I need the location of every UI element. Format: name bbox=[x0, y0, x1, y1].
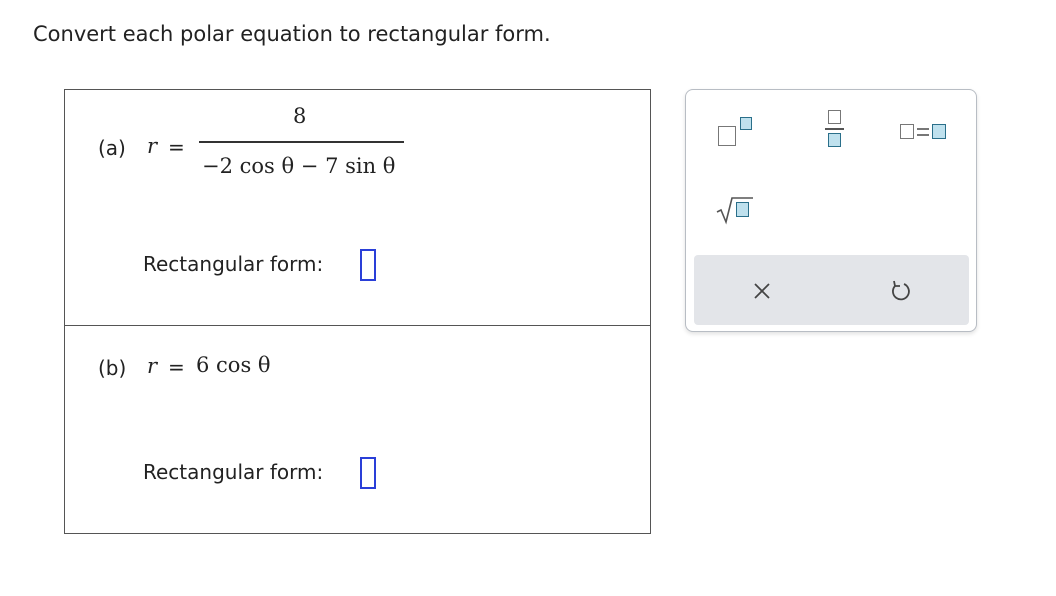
numerator-box-icon bbox=[828, 110, 841, 124]
base-box-icon bbox=[718, 126, 736, 146]
part-b-label: (b) bbox=[98, 356, 127, 380]
part-a: (a) r = 8 −2 cos θ − 7 sin θ Rectangular… bbox=[65, 90, 650, 326]
exponent-box-icon bbox=[740, 117, 752, 130]
part-a-answer-input[interactable] bbox=[360, 249, 376, 281]
part-a-numerator: 8 bbox=[293, 104, 307, 128]
radicand-box-icon bbox=[736, 202, 749, 217]
part-a-variable: r bbox=[147, 134, 158, 158]
part-b-rectangular-label: Rectangular form: bbox=[143, 460, 324, 484]
right-box-icon bbox=[932, 124, 946, 139]
part-a-denominator: −2 cos θ − 7 sin θ bbox=[202, 154, 396, 178]
part-a-rectangular-label: Rectangular form: bbox=[143, 252, 324, 276]
part-b-expression: 6 cos θ bbox=[196, 353, 271, 377]
close-icon bbox=[754, 283, 770, 299]
left-box-icon bbox=[900, 124, 914, 139]
equation-button[interactable] bbox=[892, 112, 962, 152]
math-palette bbox=[685, 89, 977, 332]
part-b-variable: r bbox=[147, 354, 158, 378]
part-b-answer-input[interactable] bbox=[360, 457, 376, 489]
undo-icon bbox=[892, 280, 910, 301]
palette-action-bar bbox=[694, 255, 969, 325]
equals-icon bbox=[917, 128, 929, 136]
fraction-bar-icon bbox=[825, 128, 844, 130]
square-root-button[interactable] bbox=[710, 186, 766, 232]
part-a-fraction-bar bbox=[199, 141, 404, 143]
clear-button[interactable] bbox=[739, 270, 785, 312]
part-b: (b) r = 6 cos θ Rectangular form: bbox=[65, 326, 650, 534]
part-b-equals: = bbox=[168, 355, 185, 379]
instruction-text: Convert each polar equation to rectangul… bbox=[33, 22, 551, 46]
part-a-label: (a) bbox=[98, 136, 126, 160]
fraction-button[interactable] bbox=[812, 104, 858, 156]
part-a-equals: = bbox=[168, 135, 185, 159]
problems-table: (a) r = 8 −2 cos θ − 7 sin θ Rectangular… bbox=[64, 89, 651, 534]
undo-button[interactable] bbox=[877, 270, 923, 312]
superscript-button[interactable] bbox=[710, 110, 766, 154]
denominator-box-icon bbox=[828, 133, 841, 147]
square-root-icon bbox=[716, 197, 753, 225]
